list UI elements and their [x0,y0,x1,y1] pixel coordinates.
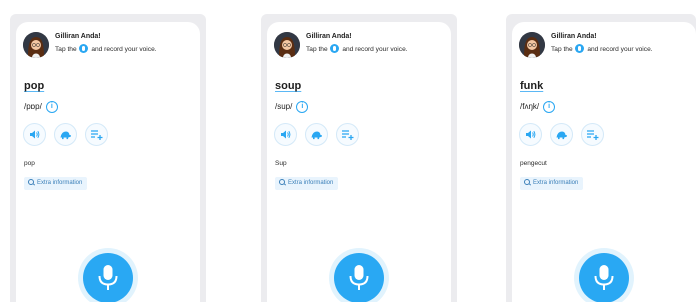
info-icon[interactable]: i [543,100,556,113]
avatar [23,32,49,58]
instruction-text: Tap the and record your voice. [306,44,408,55]
vocab-word: pop [24,80,45,92]
microphone-icon [79,44,89,53]
turtle-icon [556,131,567,140]
speaker-icon [526,130,536,139]
extra-information-label: Extra information [288,180,334,186]
add-to-list-button[interactable] [581,123,604,146]
add-to-list-button[interactable] [85,123,108,146]
phonetic-transcription: /sup/ [275,102,293,112]
microphone-icon [98,265,118,290]
playlist-add-icon [587,130,599,140]
play-slow-audio-button[interactable] [54,123,77,146]
speaker-icon [281,130,291,139]
greeting-title: Gilliran Anda! [55,33,101,40]
speaker-icon [30,130,40,139]
extra-information-label: Extra information [37,180,83,186]
microphone-icon [594,265,614,290]
tutor-header: Gilliran Anda! Tap the and record your v… [519,32,692,58]
greeting-title: Gilliran Anda! [306,33,352,40]
turtle-icon [311,131,322,140]
play-audio-button[interactable] [274,123,297,146]
instruction-text: Tap the and record your voice. [55,44,157,55]
extra-information-label: Extra information [533,180,579,186]
phonetic-row: /fʌŋk/i [520,98,556,113]
phone-frame-2: Gilliran Anda! Tap the and record your v… [261,14,457,302]
info-icon[interactable]: i [45,100,58,113]
phone-screen-2: Gilliran Anda! Tap the and record your v… [267,22,451,302]
vocab-word: funk [520,80,544,92]
turtle-icon [60,131,71,140]
record-voice-button[interactable] [579,253,629,302]
playlist-add-icon [342,130,354,140]
microphone-icon [349,265,369,290]
info-icon[interactable]: i [296,100,309,113]
avatar [519,32,545,58]
search-icon [28,179,34,185]
tutor-header: Gilliran Anda! Tap the and record your v… [274,32,447,58]
playlist-add-icon [91,130,103,140]
phonetic-transcription: /pɒp/ [24,102,42,112]
record-voice-button[interactable] [83,253,133,302]
instruction-text-start: Tap the [55,46,77,53]
instruction-text-end: and record your voice. [587,46,653,53]
word-definition: Sup [275,160,287,167]
extra-information-button[interactable]: Extra information [24,177,88,190]
instruction-text: Tap the and record your voice. [551,44,653,55]
play-audio-button[interactable] [23,123,46,146]
phonetic-transcription: /fʌŋk/ [520,102,540,112]
greeting-title: Gilliran Anda! [551,33,597,40]
phone-screen-3: Gilliran Anda! Tap the and record your v… [512,22,696,302]
extra-information-button[interactable]: Extra information [520,177,584,190]
instruction-text-end: and record your voice. [91,46,157,53]
add-to-list-button[interactable] [336,123,359,146]
search-icon [524,179,530,185]
play-slow-audio-button[interactable] [305,123,328,146]
phone-frame-1: Gilliran Anda! Tap the and record your v… [10,14,206,302]
tutor-header: Gilliran Anda! Tap the and record your v… [23,32,196,58]
phonetic-row: /pɒp/i [24,98,58,113]
play-slow-audio-button[interactable] [550,123,573,146]
word-definition: pop [24,160,35,167]
microphone-icon [575,44,585,53]
search-icon [279,179,285,185]
extra-information-button[interactable]: Extra information [275,177,339,190]
record-voice-button[interactable] [334,253,384,302]
word-definition: pengecut [520,160,547,167]
avatar [274,32,300,58]
instruction-text-end: and record your voice. [342,46,408,53]
phone-frame-3: Gilliran Anda! Tap the and record your v… [506,14,696,302]
phonetic-row: /sup/i [275,98,309,113]
play-audio-button[interactable] [519,123,542,146]
phone-screen-1: Gilliran Anda! Tap the and record your v… [16,22,200,302]
instruction-text-start: Tap the [551,46,573,53]
microphone-icon [330,44,340,53]
vocab-word: soup [275,80,302,92]
instruction-text-start: Tap the [306,46,328,53]
